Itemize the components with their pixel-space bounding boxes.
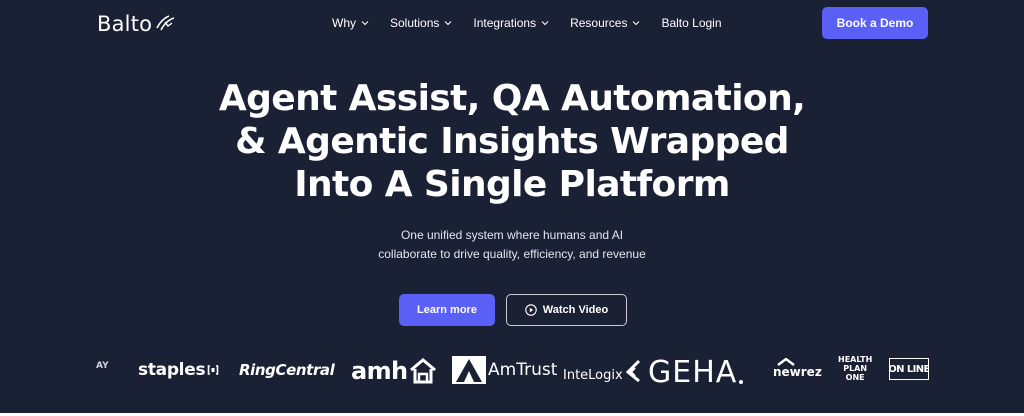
chevron-down-icon (361, 20, 369, 26)
newrez-logo: newrez (773, 358, 822, 379)
nav-label: Balto Login (661, 16, 722, 30)
play-circle-icon (525, 304, 537, 316)
nav-item-integrations[interactable]: Integrations (473, 16, 549, 30)
chevron-down-icon (444, 20, 452, 26)
nav-label: Why (332, 16, 356, 30)
nav-item-resources[interactable]: Resources (570, 16, 640, 30)
geha-dot (739, 379, 744, 384)
ringcentral-logo: RingCentral (239, 361, 335, 379)
nav-item-why[interactable]: Why (332, 16, 369, 30)
nav-item-balto-login[interactable]: Balto Login (661, 16, 721, 30)
nav-label: Integrations (473, 16, 537, 30)
amtrust-logo: AmTrust (452, 356, 557, 384)
nav-item-solutions[interactable]: Solutions (390, 16, 452, 30)
amh-logo: amh (351, 357, 437, 385)
nav-label: Resources (570, 16, 628, 30)
hero-title-line: Agent Assist, QA Automation, (218, 78, 806, 119)
logo-text: Balto (97, 12, 153, 36)
staples-logo: staples (138, 360, 219, 380)
page: Balto Why Solutions Integrations Resourc… (0, 0, 1024, 413)
watch-video-button[interactable]: Watch Video (506, 294, 627, 326)
amtrust-mark-icon (452, 356, 486, 384)
intelogix-logo: InteLogix (563, 359, 641, 383)
online-logo: ON LINE (889, 358, 929, 380)
hero-title-line: Into A Single Platform (294, 164, 730, 205)
hero-subtitle-line: One unified system where humans and AI (400, 228, 624, 242)
hero-title-line: & Agentic Insights Wrapped (235, 121, 789, 162)
learn-more-button[interactable]: Learn more (399, 294, 495, 326)
health-plan-one-logo: HEALTH PLAN ONE (838, 355, 873, 382)
hero-title: Agent Assist, QA Automation, & Agentic I… (112, 77, 912, 206)
balto-logo[interactable]: Balto (97, 10, 176, 38)
book-demo-button[interactable]: Book a Demo (822, 7, 928, 39)
watch-video-label: Watch Video (542, 304, 609, 316)
logo-mark-icon (154, 14, 176, 34)
intelogix-mark-icon (625, 359, 641, 383)
hero-subtitle-line: collaborate to drive quality, efficiency… (378, 247, 646, 261)
customer-logos: AY staples RingCentral amh AmTrust InteL… (0, 352, 1024, 392)
geha-logo: GEHA (648, 355, 744, 390)
staples-bracket-icon (207, 364, 219, 376)
house-icon (409, 357, 437, 385)
chevron-down-icon (541, 20, 549, 26)
chevron-down-icon (632, 20, 640, 26)
main-nav: Why Solutions Integrations Resources Bal… (332, 14, 743, 32)
nav-label: Solutions (390, 16, 440, 30)
partial-logo: AY (96, 361, 109, 371)
hero-subtitle: One unified system where humans and AI c… (262, 226, 762, 264)
